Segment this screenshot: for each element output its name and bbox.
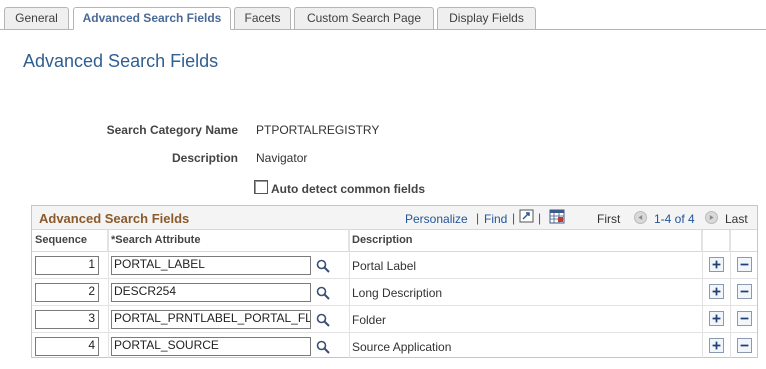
search-attribute-input[interactable]: DESCR254 <box>111 283 311 302</box>
column-divider <box>730 230 731 358</box>
separator: | <box>538 211 542 225</box>
sequence-input[interactable]: 3 <box>35 310 99 329</box>
table-row: 1 PORTAL_LABEL Portal Label <box>32 252 757 279</box>
table-row: 2 DESCR254 Long Description <box>32 279 757 306</box>
last-label: Last <box>725 212 748 226</box>
tab-general[interactable]: General <box>4 7 69 30</box>
tab-custom-search-page[interactable]: Custom Search Page <box>294 7 434 30</box>
column-divider <box>108 230 109 358</box>
tab-bar: General Advanced Search Fields Facets Cu… <box>0 0 766 30</box>
advanced-search-grid: Advanced Search Fields Personalize | Fin… <box>31 205 758 358</box>
minus-icon[interactable] <box>737 257 752 272</box>
sequence-input[interactable]: 1 <box>35 256 99 275</box>
column-header-add <box>702 230 730 252</box>
table-row: 3 PORTAL_PRNTLABEL_PORTAL_FL Folder <box>32 306 757 333</box>
separator: | <box>476 211 480 225</box>
plus-icon[interactable] <box>709 311 724 326</box>
description-value: Navigator <box>256 151 308 165</box>
sequence-input[interactable]: 4 <box>35 337 99 356</box>
row-description: Long Description <box>352 286 443 300</box>
auto-detect-label[interactable]: Auto detect common fields <box>271 182 425 196</box>
row-description: Portal Label <box>352 259 417 273</box>
auto-detect-checkbox[interactable] <box>254 180 268 194</box>
column-header-search-attribute: *Search Attribute <box>108 230 349 252</box>
grid-header: Advanced Search Fields Personalize | Fin… <box>32 206 757 230</box>
description-label: Description <box>171 151 238 165</box>
column-divider <box>349 230 350 358</box>
minus-icon[interactable] <box>737 338 752 353</box>
category-value: PTPORTALREGISTRY <box>256 123 380 137</box>
magnifier-icon[interactable] <box>315 312 331 328</box>
tab-facets[interactable]: Facets <box>234 7 291 30</box>
search-attribute-input[interactable]: PORTAL_LABEL <box>111 256 311 275</box>
search-attribute-input[interactable]: PORTAL_SOURCE <box>111 337 311 356</box>
minus-icon[interactable] <box>737 284 752 299</box>
grid-title: Advanced Search Fields <box>39 211 190 226</box>
column-divider <box>702 230 703 358</box>
search-attribute-input[interactable]: PORTAL_PRNTLABEL_PORTAL_FL <box>111 310 311 329</box>
column-header-sequence: Sequence <box>32 230 108 252</box>
column-header-delete <box>730 230 757 252</box>
triangle-left-icon[interactable] <box>634 211 647 224</box>
personalize-link[interactable]: Personalize <box>405 212 468 226</box>
plus-icon[interactable] <box>709 338 724 353</box>
magnifier-icon[interactable] <box>315 339 331 355</box>
find-link[interactable]: Find <box>484 212 507 226</box>
magnifier-icon[interactable] <box>315 258 331 274</box>
plus-icon[interactable] <box>709 284 724 299</box>
row-range: 1-4 of 4 <box>654 212 695 226</box>
magnifier-icon[interactable] <box>315 285 331 301</box>
tab-advanced-search-fields[interactable]: Advanced Search Fields <box>73 7 231 30</box>
page-title: Advanced Search Fields <box>23 51 219 71</box>
triangle-right-icon[interactable] <box>705 211 718 224</box>
zoom-icon[interactable] <box>519 209 535 224</box>
sequence-input[interactable]: 2 <box>35 283 99 302</box>
minus-icon[interactable] <box>737 311 752 326</box>
separator: | <box>512 211 516 225</box>
spreadsheet-icon[interactable] <box>549 209 565 224</box>
first-label: First <box>597 212 621 226</box>
column-header-description: Description <box>349 230 702 252</box>
table-row: 4 PORTAL_SOURCE Source Application <box>32 333 757 360</box>
row-description: Folder <box>352 313 387 327</box>
category-label: Search Category Name <box>106 123 238 137</box>
row-description: Source Application <box>352 340 452 354</box>
plus-icon[interactable] <box>709 257 724 272</box>
tab-display-fields[interactable]: Display Fields <box>437 7 536 30</box>
